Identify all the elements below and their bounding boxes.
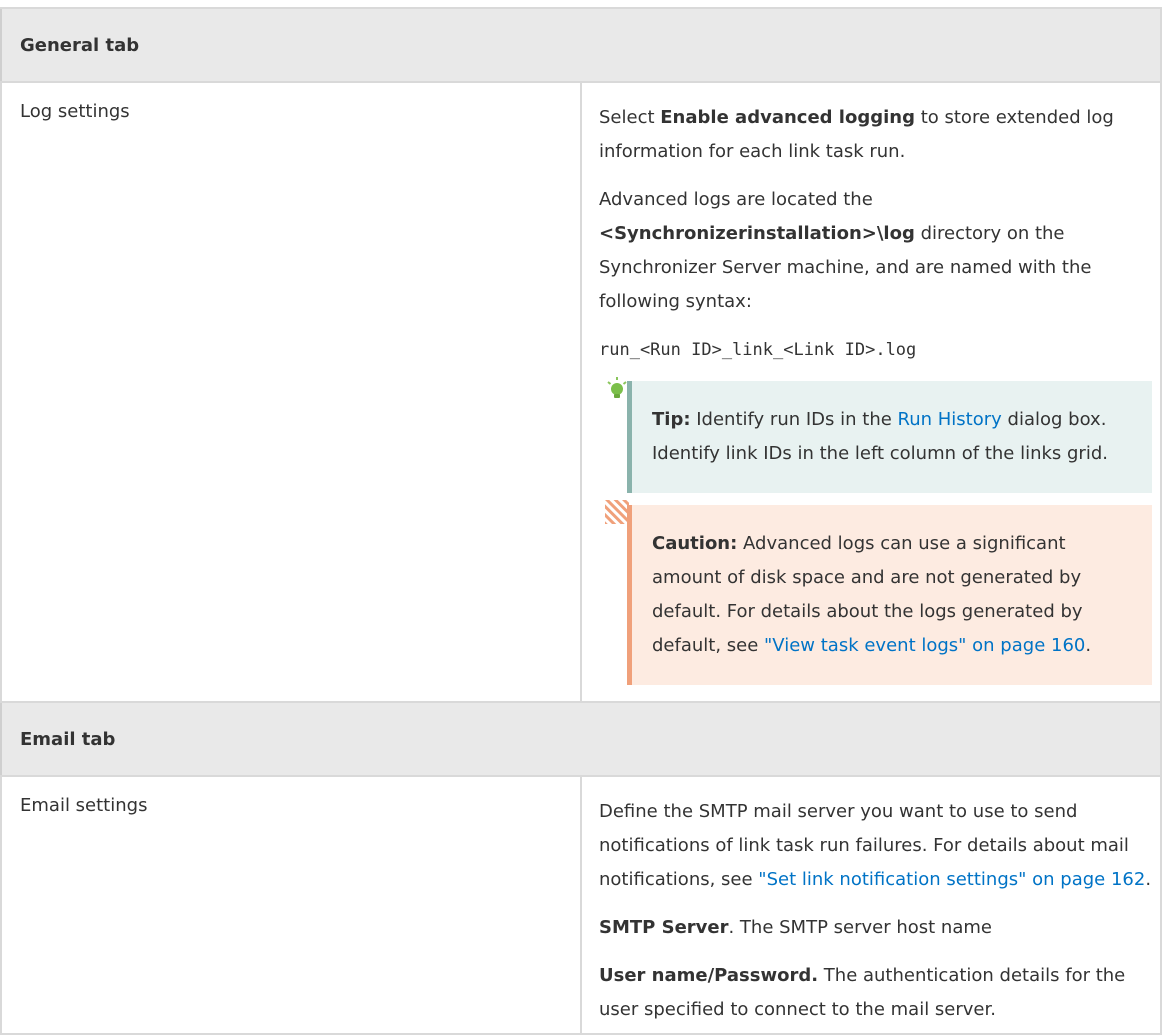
user-password-term: User name/Password. <box>599 965 819 986</box>
email-tab-header: Email tab <box>0 701 1162 777</box>
text: . <box>1145 869 1152 890</box>
tip-note: Tip: Identify run IDs in the Run History… <box>607 377 1152 493</box>
user-password-paragraph: User name/Password. The authentication d… <box>599 959 1152 1027</box>
log-file-syntax: run_<Run ID>_link_<Link ID>.log <box>599 340 917 360</box>
general-tab-header-row: General tab <box>0 7 1162 83</box>
set-link-notification-settings-link[interactable]: "Set link notification settings" on page… <box>758 869 1145 890</box>
smtp-server-term: SMTP Server <box>599 917 729 938</box>
email-settings-row: Email settings Define the SMTP mail serv… <box>0 775 1162 1035</box>
text: Advanced logs are located the <box>599 189 873 210</box>
log-settings-description: Select Enable advanced logging to store … <box>580 81 1162 703</box>
settings-table: General tab Log settings Select Enable a… <box>0 7 1162 1035</box>
enable-logging-paragraph: Select Enable advanced logging to store … <box>599 101 1152 169</box>
text: Select <box>599 107 661 128</box>
text: . The SMTP server host name <box>728 917 992 938</box>
hatched-caution-icon <box>605 500 629 524</box>
smtp-server-paragraph: SMTP Server. The SMTP server host name <box>599 911 1152 945</box>
tip-label: Tip: <box>652 409 691 430</box>
lightbulb-icon <box>607 377 627 398</box>
caution-label: Caution: <box>652 533 738 554</box>
general-tab-header: General tab <box>0 7 1162 83</box>
caution-note: Caution: Advanced logs can use a signifi… <box>605 500 1152 685</box>
run-history-link[interactable]: Run History <box>898 409 1002 430</box>
email-tab-header-row: Email tab <box>0 701 1162 777</box>
text: . <box>1085 635 1092 656</box>
view-task-event-logs-link[interactable]: "View task event logs" on page 160 <box>764 635 1085 656</box>
log-settings-label: Log settings <box>0 81 582 703</box>
email-settings-label: Email settings <box>0 775 582 1035</box>
log-directory-path: <Synchronizerinstallation>\log <box>599 223 915 244</box>
log-location-paragraph: Advanced logs are located the <Synchroni… <box>599 183 1152 319</box>
text: Identify run IDs in the <box>690 409 898 430</box>
log-settings-row: Log settings Select Enable advanced logg… <box>0 81 1162 703</box>
email-settings-description: Define the SMTP mail server you want to … <box>580 775 1162 1035</box>
enable-advanced-logging-term: Enable advanced logging <box>660 107 915 128</box>
smtp-define-paragraph: Define the SMTP mail server you want to … <box>599 795 1152 897</box>
